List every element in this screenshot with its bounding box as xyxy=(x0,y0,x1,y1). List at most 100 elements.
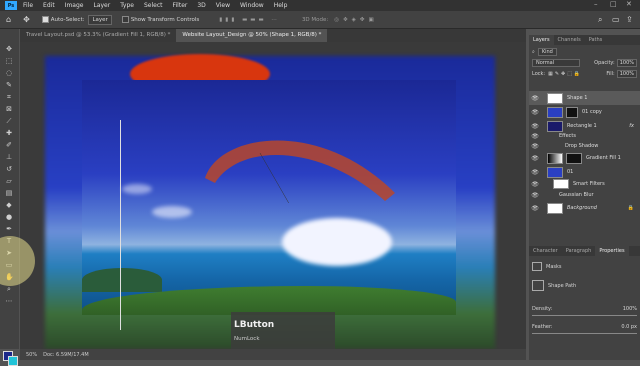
properties-tabs: Character Paragraph Properties xyxy=(529,246,640,256)
brush-tool-icon[interactable]: ✐ xyxy=(5,141,13,149)
menu-3d[interactable]: 3D xyxy=(197,2,205,9)
eraser-tool-icon[interactable]: ▱ xyxy=(5,177,13,185)
close-icon[interactable]: ✕ xyxy=(626,0,632,8)
quick-select-tool-icon[interactable]: ✎ xyxy=(5,81,13,89)
background-color-swatch[interactable] xyxy=(8,356,18,366)
pen-tool-icon[interactable]: ✒ xyxy=(5,225,13,233)
lock-icons[interactable]: ▦✎✥⬚🔒 xyxy=(548,71,582,77)
filter-row[interactable]: 👁 Gaussian Blur xyxy=(529,190,640,200)
tab-layers[interactable]: Layers xyxy=(529,35,554,45)
document-tabs: Travel Layout.psd @ 53.3% (Gradient Fill… xyxy=(20,29,526,42)
share-icon[interactable]: ⇪ xyxy=(626,15,633,24)
blur-tool-icon[interactable]: ◆ xyxy=(5,201,13,209)
minimize-icon[interactable]: – xyxy=(594,0,598,8)
auto-select-checkbox[interactable]: Auto-Select: xyxy=(41,16,84,23)
density-row: Density: 100% xyxy=(532,304,637,313)
history-brush-tool-icon[interactable]: ↺ xyxy=(5,165,13,173)
shape-path-icon xyxy=(532,280,544,291)
density-value[interactable]: 100% xyxy=(623,306,637,312)
menu-file[interactable]: File xyxy=(23,2,33,9)
layer-thumbnail xyxy=(547,106,563,118)
island xyxy=(82,268,162,292)
eye-icon[interactable]: 👁 xyxy=(531,181,539,188)
density-label: Density: xyxy=(532,305,553,312)
menu-select[interactable]: Select xyxy=(144,2,163,9)
mask-icon xyxy=(532,262,542,271)
effects-row[interactable]: 👁 Effects xyxy=(529,131,640,141)
layer-row[interactable]: 👁 01 copy xyxy=(529,105,640,119)
properties-panel: Character Paragraph Properties Masks Sha… xyxy=(529,246,640,334)
eye-icon[interactable]: 👁 xyxy=(531,205,539,212)
clone-stamp-tool-icon[interactable]: ⊥ xyxy=(5,153,13,161)
transform-controls-checkbox[interactable]: Show Transform Controls xyxy=(121,16,199,23)
feather-slider[interactable] xyxy=(532,333,637,334)
menu-image[interactable]: Image xyxy=(65,2,84,9)
feather-value[interactable]: 0.0 px xyxy=(621,324,637,330)
move-tool-icon[interactable]: ✥ xyxy=(5,45,13,53)
eye-icon[interactable]: 👁 xyxy=(531,133,539,140)
lasso-tool-icon[interactable]: ◌ xyxy=(5,69,13,77)
menu-bar: Ps File Edit Image Layer Type Select Fil… xyxy=(0,0,640,11)
lock-row: Lock: ▦✎✥⬚🔒 Fill: 100% xyxy=(532,69,637,78)
menu-edit[interactable]: Edit xyxy=(43,2,55,9)
menu-type[interactable]: Type xyxy=(120,2,134,9)
zoom-level[interactable]: 50% xyxy=(26,352,37,358)
keystroke-key: NumLock xyxy=(234,336,260,342)
eye-icon[interactable]: 👁 xyxy=(531,192,539,199)
layer-thumbnail xyxy=(547,92,563,104)
tab-paths[interactable]: Paths xyxy=(585,35,607,45)
target-select[interactable]: Layer xyxy=(88,14,112,25)
search-icon[interactable]: ⌕ xyxy=(598,15,602,25)
marquee-tool-icon[interactable]: ⬚ xyxy=(5,57,13,65)
3d-mode-icons[interactable]: ◎✥◈✤▣ xyxy=(334,17,377,23)
more-tools-icon[interactable]: ⋯ xyxy=(5,297,13,305)
guide-line[interactable] xyxy=(120,120,121,330)
tab-paragraph[interactable]: Paragraph xyxy=(562,246,596,256)
kind-select[interactable]: Kind xyxy=(537,47,557,56)
eye-icon[interactable]: 👁 xyxy=(531,169,539,176)
opacity-input[interactable]: 100% xyxy=(616,58,637,67)
tab-channels[interactable]: Channels xyxy=(554,35,585,45)
eye-icon[interactable]: 👁 xyxy=(531,155,539,162)
align-icons[interactable]: ▮▮▮ ▬▬▬ ⋯ xyxy=(219,17,280,23)
smart-filters-label: Smart Filters xyxy=(573,181,605,187)
tab-travel-layout[interactable]: Travel Layout.psd @ 53.3% (Gradient Fill… xyxy=(20,29,176,42)
tab-website-layout[interactable]: Website Layout_Design @ 50% (Shape 1, RG… xyxy=(176,29,328,42)
tab-properties[interactable]: Properties xyxy=(595,246,629,256)
effect-row[interactable]: 👁 Drop Shadow xyxy=(529,141,640,151)
blend-mode-select[interactable]: Normal xyxy=(532,58,580,67)
eye-icon[interactable]: 👁 xyxy=(531,123,539,130)
menu-window[interactable]: Window xyxy=(240,2,264,9)
eye-icon[interactable]: 👁 xyxy=(531,143,539,150)
dodge-tool-icon[interactable]: ● xyxy=(5,213,13,221)
menu-view[interactable]: View xyxy=(216,2,230,9)
eyedropper-tool-icon[interactable]: ⟋ xyxy=(5,117,13,125)
fx-icon[interactable]: fx xyxy=(629,123,634,129)
layer-row[interactable]: 👁 01 xyxy=(529,165,640,179)
frame-tool-icon[interactable]: ⊠ xyxy=(5,105,13,113)
lock-label: Lock: xyxy=(532,70,546,77)
menu-layer[interactable]: Layer xyxy=(93,2,110,9)
crop-tool-icon[interactable]: ⌗ xyxy=(5,93,13,101)
zoom-tool-icon[interactable]: ⌕ xyxy=(5,285,13,293)
workspace-icon[interactable]: ▭ xyxy=(612,15,620,24)
move-tool-icon[interactable]: ✥ xyxy=(23,15,30,24)
density-slider[interactable] xyxy=(532,315,637,316)
menu-help[interactable]: Help xyxy=(274,2,288,9)
healing-brush-tool-icon[interactable]: ✚ xyxy=(5,129,13,137)
smart-filters-row[interactable]: 👁 Smart Filters xyxy=(529,178,640,190)
eye-icon[interactable]: 👁 xyxy=(531,95,539,102)
layer-row[interactable]: 👁 Background 🔒 xyxy=(529,201,640,215)
layer-name: Background xyxy=(567,205,597,211)
document-canvas[interactable] xyxy=(20,42,526,349)
menu-filter[interactable]: Filter xyxy=(173,2,188,9)
layer-row[interactable]: 👁 Gradient Fill 1 xyxy=(529,151,640,165)
eye-icon[interactable]: 👁 xyxy=(531,109,539,116)
opacity-label: Opacity: xyxy=(594,59,615,66)
layer-row[interactable]: 👁 Shape 1 xyxy=(529,91,640,105)
fill-input[interactable]: 100% xyxy=(616,69,637,78)
tab-character[interactable]: Character xyxy=(529,246,562,256)
home-icon[interactable]: ⌂ xyxy=(6,15,11,24)
gradient-tool-icon[interactable]: ▤ xyxy=(5,189,13,197)
maximize-icon[interactable]: □ xyxy=(610,0,617,8)
